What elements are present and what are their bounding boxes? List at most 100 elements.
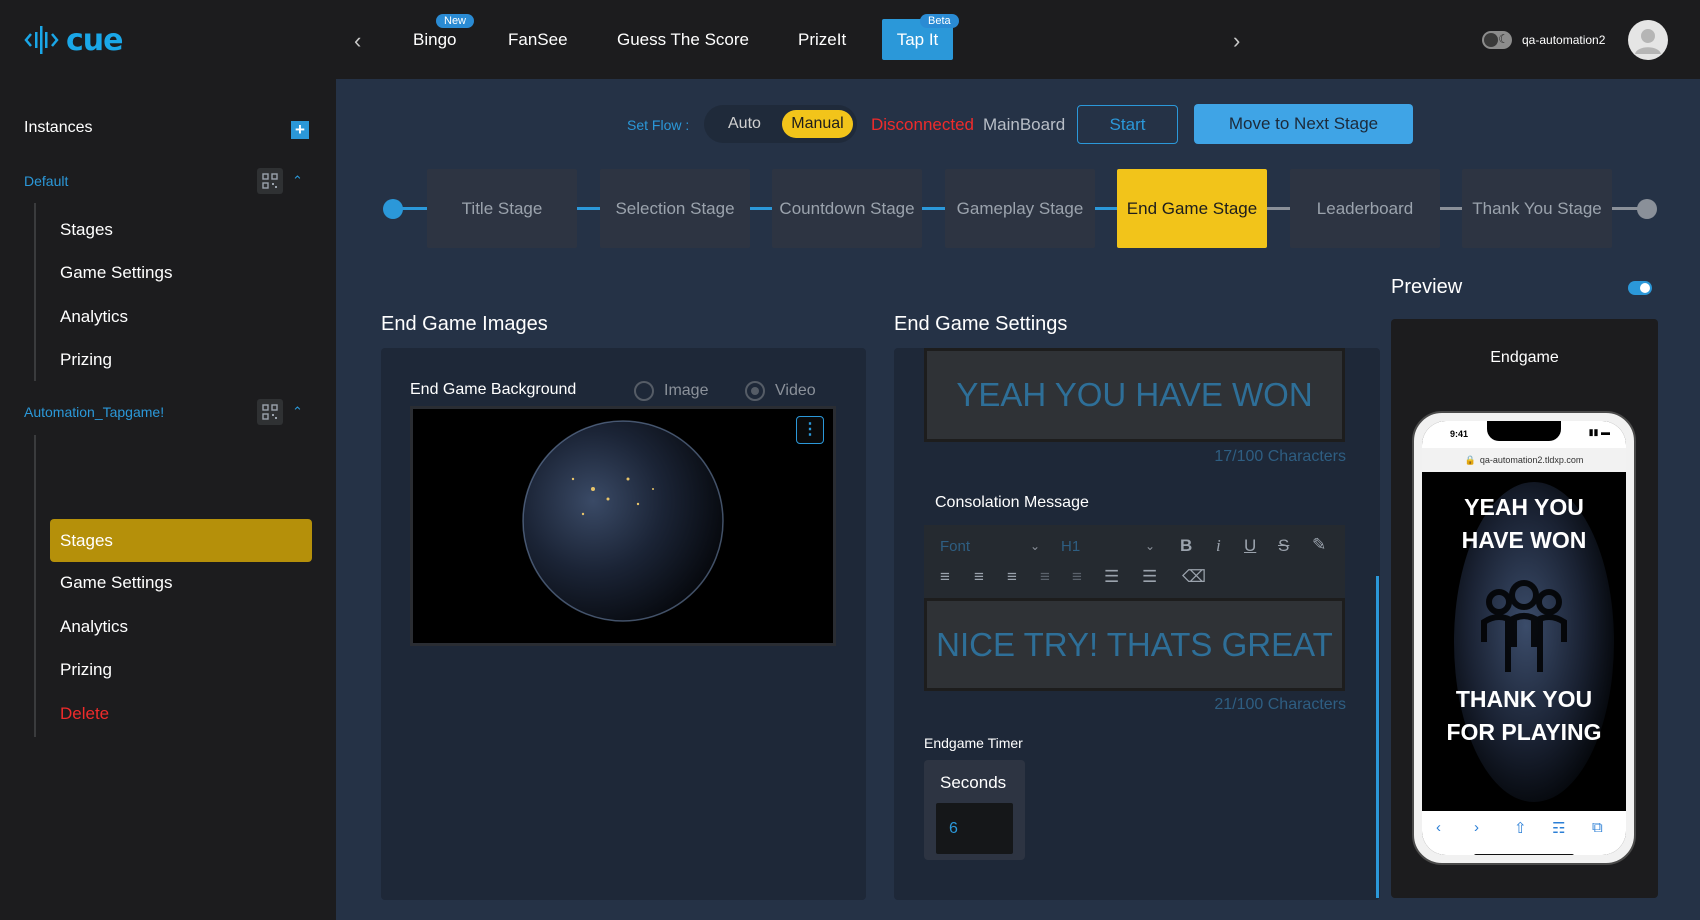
sidebar-item-analytics[interactable]: Analytics (60, 617, 128, 637)
stage-label: Countdown Stage (779, 198, 915, 218)
forward-icon: › (1474, 819, 1479, 836)
align-left-icon[interactable]: ≡ (940, 567, 950, 587)
stage-end-game[interactable]: End Game Stage (1117, 169, 1267, 248)
sidebar-item-game-settings[interactable]: Game Settings (60, 573, 172, 593)
preview-caption: Endgame (1490, 349, 1559, 366)
sidebar-item-stages[interactable]: Stages (60, 220, 113, 240)
ordered-list-icon[interactable]: ☰ (1104, 567, 1119, 587)
underline-icon[interactable]: U (1244, 536, 1256, 556)
endgame-timer: Seconds 6 (924, 760, 1025, 860)
stage-selection[interactable]: Selection Stage (600, 169, 750, 248)
outdent-icon[interactable]: ≡ (1040, 567, 1050, 587)
new-badge: New (436, 14, 475, 28)
chevron-down-icon[interactable]: ⌄ (1145, 539, 1155, 553)
phone-notch (1487, 421, 1561, 441)
stage-gameplay[interactable]: Gameplay Stage (945, 169, 1095, 248)
stage-label: Title Stage (461, 198, 543, 218)
bookmarks-icon: ☶ (1552, 820, 1566, 837)
cue-logo[interactable]: cue (24, 22, 123, 58)
stage-thank-you[interactable]: Thank You Stage (1462, 169, 1612, 248)
moon-icon: ☾ (1498, 32, 1509, 46)
flow-mode-toggle[interactable]: Auto Manual (704, 105, 857, 143)
beta-badge: Beta (920, 14, 959, 28)
win-message-text: YEAH YOU HAVE WON (956, 376, 1313, 413)
endgame-timer-label: Endgame Timer (924, 735, 1023, 751)
phone-url: qa-automation2.tldxp.com (1479, 455, 1584, 465)
collapse-icon[interactable]: ⌃ (292, 173, 303, 189)
bold-icon[interactable]: B (1180, 536, 1192, 556)
stage-label: Leaderboard (1316, 198, 1414, 218)
strikethrough-icon[interactable]: S (1278, 536, 1289, 556)
qr-code-icon[interactable] (257, 168, 283, 194)
phone-status-bar: 9:41 ▮▮ ▬ (1422, 421, 1626, 448)
next-stage-button[interactable]: Move to Next Stage (1194, 104, 1413, 144)
sidebar-item-stages-active[interactable]: Stages (60, 531, 113, 551)
stage-countdown[interactable]: Countdown Stage (772, 169, 922, 248)
instance-default[interactable]: Default (24, 173, 68, 189)
phone-screen: 9:41 ▮▮ ▬ 🔒 qa-automation2.tldxp.com YEA… (1422, 421, 1626, 855)
toggle-knob (1484, 33, 1498, 47)
images-panel-title: End Game Images (381, 313, 548, 335)
italic-icon[interactable]: i (1216, 536, 1221, 556)
preview-line-2: HAVE WON (1461, 527, 1587, 553)
tab-bingo[interactable]: Bingo (413, 30, 456, 50)
flow-auto-option[interactable]: Auto (728, 115, 761, 133)
more-options-icon[interactable]: ⋮ (796, 416, 824, 444)
preview-line-3: THANK YOU (1455, 686, 1593, 712)
stage-leaderboard[interactable]: Leaderboard (1290, 169, 1440, 248)
add-instance-button[interactable]: + (291, 121, 309, 139)
delete-instance-button[interactable]: Delete (60, 704, 109, 724)
qr-code-icon[interactable] (257, 399, 283, 425)
flow-manual-option[interactable]: Manual (782, 110, 853, 138)
tab-fansee[interactable]: FanSee (508, 30, 568, 50)
consolation-label: Consolation Message (935, 494, 1089, 511)
sidebar-item-prizing[interactable]: Prizing (60, 660, 112, 680)
preview-line-1: YEAH YOU (1464, 494, 1584, 520)
stage-title[interactable]: Title Stage (427, 169, 577, 248)
collapse-icon[interactable]: ⌃ (292, 404, 303, 420)
scrollbar[interactable] (1376, 576, 1379, 898)
seconds-input[interactable]: 6 (936, 803, 1013, 854)
brand-name: cue (66, 22, 123, 58)
lock-icon: 🔒 (1464, 454, 1476, 465)
align-right-icon[interactable]: ≡ (1007, 567, 1017, 587)
tabs-icon: ⧉ (1592, 819, 1603, 836)
highlight-pen-icon[interactable]: ✎ (1312, 535, 1326, 555)
bullet-list-icon[interactable]: ☰ (1142, 567, 1157, 587)
waveform-icon (24, 26, 59, 54)
share-icon: ⇧ (1514, 820, 1527, 837)
radio-video[interactable]: Video (745, 381, 816, 401)
tab-guess-the-score[interactable]: Guess The Score (617, 30, 749, 50)
align-center-icon[interactable]: ≡ (974, 567, 984, 587)
preview-toggle[interactable] (1628, 281, 1652, 295)
indent-icon[interactable]: ≡ (1072, 567, 1082, 587)
tab-prizeit[interactable]: PrizeIt (798, 30, 846, 50)
font-select[interactable]: Font (940, 538, 970, 555)
eraser-icon[interactable]: ⌫ (1182, 567, 1206, 587)
heading-select[interactable]: H1 (1061, 538, 1080, 555)
nav-next-icon[interactable]: › (1233, 28, 1240, 54)
stage-label: Selection Stage (615, 198, 735, 218)
phone-browser-bar: ‹ › ⇧ ☶ ⧉ (1422, 811, 1626, 855)
nav-prev-icon[interactable]: ‹ (354, 28, 361, 54)
win-char-count: 17/100 Characters (1214, 448, 1346, 465)
signal-battery-icon: ▮▮ ▬ (1588, 427, 1610, 437)
start-button[interactable]: Start (1077, 105, 1178, 144)
rich-text-toolbar: Font ⌄ H1 ⌄ B i U S ✎ ≡ ≡ ≡ ≡ ≡ ☰ ☰ ⌫ (924, 525, 1345, 598)
sidebar-item-prizing[interactable]: Prizing (60, 350, 112, 370)
stage-label: End Game Stage (1126, 198, 1258, 218)
avatar[interactable] (1628, 20, 1668, 60)
sidebar-item-game-settings[interactable]: Game Settings (60, 263, 172, 283)
phone-mockup: 9:41 ▮▮ ▬ 🔒 qa-automation2.tldxp.com YEA… (1412, 411, 1636, 865)
stage-label: Thank You Stage (1472, 198, 1602, 218)
instance-automation-tapgame[interactable]: Automation_Tapgame! (24, 404, 164, 420)
phone-url-bar: 🔒 qa-automation2.tldxp.com (1422, 448, 1626, 472)
chevron-down-icon[interactable]: ⌄ (1030, 539, 1040, 553)
theme-toggle[interactable]: ☾ (1482, 31, 1512, 49)
sidebar-title: Instances (24, 119, 93, 136)
board-name: MainBoard (983, 115, 1066, 134)
radio-image[interactable]: Image (634, 381, 708, 401)
sidebar-item-analytics[interactable]: Analytics (60, 307, 128, 327)
win-message-editor[interactable]: YEAH YOU HAVE WON (924, 348, 1345, 442)
consolation-message-editor[interactable]: NICE TRY! THATS GREAT (924, 598, 1345, 691)
